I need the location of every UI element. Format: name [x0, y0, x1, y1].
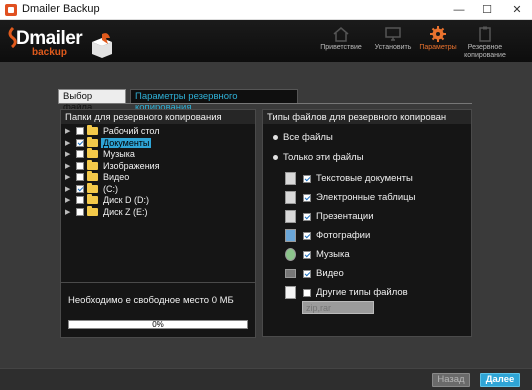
logo-sub: backup	[32, 47, 68, 58]
maximize-button[interactable]: ☐	[472, 0, 502, 20]
gear-icon	[430, 26, 446, 42]
expand-arrow-icon[interactable]: ▶	[65, 127, 71, 136]
app-header: Dmailer backup Приветствие Установить Па…	[0, 20, 532, 62]
nav-params[interactable]: Параметры	[415, 20, 461, 62]
nav-welcome-label: Приветствие	[320, 44, 362, 51]
drive-icon	[87, 194, 98, 204]
file-type-checkbox[interactable]	[303, 213, 311, 221]
space-required-text: Необходимо е свободное место 0 МБ	[68, 295, 234, 306]
next-button[interactable]: Далее	[480, 373, 520, 387]
main-area: Выбор файла Параметры резервного копиров…	[0, 62, 532, 368]
photo-icon	[285, 229, 296, 242]
logo: Dmailer backup	[6, 26, 126, 60]
folder-checkbox[interactable]	[76, 207, 84, 216]
folder-checkbox[interactable]	[76, 173, 84, 181]
space-box: Необходимо е свободное место 0 МБ 0%	[60, 282, 256, 338]
radio-dot[interactable]	[273, 155, 278, 160]
drive-icon	[87, 205, 98, 216]
drive-icon	[87, 182, 98, 193]
expand-arrow-icon[interactable]: ▶	[65, 185, 71, 194]
folder-icon	[87, 171, 98, 181]
tab-file-select[interactable]: Выбор файла	[58, 89, 126, 113]
file-type-checkbox[interactable]	[303, 232, 311, 240]
nav-params-label: Параметры	[419, 44, 457, 51]
nav-backup[interactable]: Резервное копирование	[460, 20, 510, 62]
folder-name[interactable]: Диск D (D:)	[101, 195, 151, 205]
logo-box-icon	[92, 33, 112, 58]
expand-arrow-icon[interactable]: ▶	[65, 162, 71, 171]
presentation-icon	[285, 210, 296, 223]
progress-percent: 0%	[152, 320, 164, 329]
expand-arrow-icon[interactable]: ▶	[65, 150, 71, 159]
folder-checkbox[interactable]	[76, 150, 84, 158]
nav-backup-label-2: копирование	[464, 52, 506, 59]
file-type-label: Электронные таблицы	[316, 192, 416, 203]
folders-panel-title: Папки для резервного копирования	[61, 110, 255, 124]
file-type-label: Текстовые документы	[316, 173, 413, 184]
folder-icon	[87, 148, 98, 158]
file-type-checkbox[interactable]	[303, 194, 311, 202]
folder-checkbox[interactable]	[76, 184, 84, 193]
expand-arrow-icon[interactable]: ▶	[65, 173, 71, 182]
space-progress-bar: 0%	[68, 320, 248, 329]
file-type-label: Видео	[316, 268, 344, 279]
home-icon	[333, 27, 349, 42]
spreadsheet-icon	[285, 191, 296, 204]
file-types-panel-title: Типы файлов для резервного копирован	[263, 110, 471, 124]
title-bar: Dmailer Backup — ☐ ✕	[0, 0, 532, 20]
nav-install-label: Установить	[374, 44, 412, 51]
folder-name[interactable]: Диск Z (E:)	[101, 207, 150, 217]
file-type-label: Презентации	[316, 211, 374, 222]
footer-bar: Назад Далее	[0, 368, 532, 390]
other-extensions-input[interactable]	[302, 301, 374, 314]
file-type-label: Музыка	[316, 249, 350, 260]
expand-arrow-icon[interactable]: ▶	[65, 196, 71, 205]
folder-icon	[87, 136, 98, 147]
folder-icon	[87, 125, 98, 135]
nav-install[interactable]: Установить	[370, 20, 416, 62]
blank-file-icon	[285, 286, 296, 299]
close-button[interactable]: ✕	[502, 0, 532, 20]
file-type-checkbox[interactable]	[303, 289, 311, 297]
folder-checkbox[interactable]	[76, 161, 84, 170]
nav-backup-label-1: Резервное	[467, 44, 503, 51]
folder-name[interactable]: (C:)	[101, 184, 120, 194]
folder-name[interactable]: Музыка	[101, 149, 137, 159]
file-type-label: Другие типы файлов	[316, 287, 408, 298]
window-title: Dmailer Backup	[22, 3, 100, 15]
expand-arrow-icon[interactable]: ▶	[65, 208, 71, 217]
folder-checkbox[interactable]	[76, 138, 84, 147]
app-icon	[5, 4, 17, 16]
radio-all-files-label: Все файлы	[283, 132, 333, 143]
clipboard-icon	[479, 26, 491, 42]
file-type-checkbox[interactable]	[303, 251, 311, 259]
file-type-label: Фотографии	[316, 230, 371, 241]
back-button[interactable]: Назад	[432, 373, 470, 387]
file-type-checkbox[interactable]	[303, 270, 311, 278]
folder-name[interactable]: Документы	[101, 137, 152, 148]
text-doc-icon	[285, 172, 296, 185]
monitor-icon	[385, 27, 401, 41]
folder-checkbox[interactable]	[76, 127, 84, 135]
tab-divider	[58, 103, 472, 104]
radio-dot[interactable]	[273, 135, 278, 140]
nav-welcome[interactable]: Приветствие	[318, 20, 364, 62]
video-icon	[285, 269, 296, 278]
folder-icon	[87, 159, 98, 170]
folder-name[interactable]: Видео	[101, 172, 131, 182]
folder-name[interactable]: Изображения	[101, 161, 162, 171]
tab-backup-params[interactable]: Параметры резервного копирования	[130, 89, 298, 113]
file-type-checkbox[interactable]	[303, 175, 311, 183]
minimize-button[interactable]: —	[444, 0, 474, 20]
music-icon	[285, 248, 296, 261]
expand-arrow-icon[interactable]: ▶	[65, 139, 71, 148]
folder-name[interactable]: Рабочий стол	[101, 126, 162, 136]
radio-only-files-label: Только эти файлы	[283, 152, 364, 163]
folder-checkbox[interactable]	[76, 196, 84, 204]
